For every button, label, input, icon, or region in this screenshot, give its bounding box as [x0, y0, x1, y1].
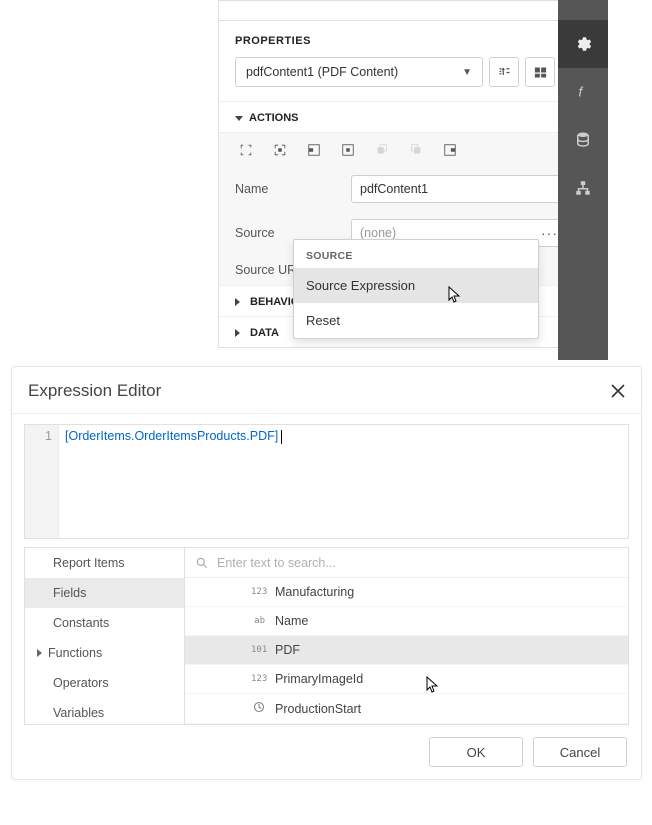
field-list: 123 Manufacturing ab Name 101 PDF 123 Pr… [185, 578, 628, 724]
category-operators[interactable]: Operators [25, 668, 184, 698]
source-context-menu: SOURCE Source Expression Reset [293, 239, 539, 339]
menu-item-source-expression[interactable]: Source Expression [294, 268, 538, 303]
name-input[interactable]: pdfContent1 [351, 175, 591, 203]
field-row-manufacturing[interactable]: 123 Manufacturing [185, 578, 628, 607]
send-backward-icon[interactable] [409, 143, 423, 157]
caret-right-icon [235, 329, 244, 337]
category-functions[interactable]: Functions [25, 638, 184, 668]
crop-icon[interactable] [239, 143, 253, 157]
layout-icon-row [219, 133, 607, 167]
category-list: Report Items Fields Constants Functions … [25, 548, 185, 724]
caret-right-icon [235, 298, 244, 306]
text-type-icon: ab [251, 616, 265, 626]
hierarchy-icon [574, 179, 592, 197]
category-report-items[interactable]: Report Items [25, 548, 184, 578]
svg-text:f: f [579, 85, 584, 100]
field-label: PDF [275, 643, 300, 657]
rail-structure-tab[interactable] [558, 164, 608, 212]
expression-text: [OrderItems.OrderItemsProducts.PDF] [65, 429, 278, 443]
field-search-input[interactable] [217, 556, 618, 570]
field-row-primaryimageid[interactable]: 123 PrimaryImageId [185, 665, 628, 694]
ok-button[interactable]: OK [429, 737, 523, 767]
close-icon[interactable] [611, 384, 625, 398]
mouse-cursor-icon [426, 676, 440, 694]
search-icon [195, 556, 209, 570]
name-value: pdfContent1 [360, 182, 428, 196]
name-label: Name [235, 182, 351, 196]
field-row-name[interactable]: ab Name [185, 607, 628, 636]
mouse-cursor-icon [448, 286, 462, 304]
element-selector-text: pdfContent1 (PDF Content) [246, 65, 398, 79]
field-label: Manufacturing [275, 585, 354, 599]
number-type-icon: 123 [251, 587, 265, 597]
categorize-button[interactable] [525, 57, 555, 87]
menu-item-reset[interactable]: Reset [294, 303, 538, 338]
chevron-down-icon: ▼ [462, 67, 472, 78]
caret-right-icon [37, 649, 42, 657]
element-selector-combo[interactable]: pdfContent1 (PDF Content) ▼ [235, 57, 483, 87]
field-search-row [185, 548, 628, 578]
fit-icon[interactable] [273, 143, 287, 157]
expression-code-editor[interactable]: 1 [OrderItems.OrderItemsProducts.PDF] [24, 424, 629, 539]
dialog-title: Expression Editor [28, 381, 161, 401]
section-actions-header[interactable]: ACTIONS [219, 101, 607, 132]
dialog-header: Expression Editor [12, 367, 641, 414]
rail-properties-tab[interactable] [558, 20, 608, 68]
editor-code-area[interactable]: [OrderItems.OrderItemsProducts.PDF] [59, 425, 628, 538]
align-left-icon[interactable] [307, 143, 321, 157]
name-row: Name pdfContent1 [219, 167, 607, 211]
editor-gutter: 1 [25, 425, 59, 538]
ellipsis-icon[interactable]: ··· [541, 225, 558, 241]
source-label: Source [235, 226, 351, 240]
field-row-productionstart[interactable]: ProductionStart [185, 694, 628, 724]
categorize-icon [533, 65, 548, 80]
rail-data-tab[interactable] [558, 116, 608, 164]
field-panel: 123 Manufacturing ab Name 101 PDF 123 Pr… [185, 548, 628, 724]
text-caret [281, 430, 282, 444]
rail-spacer [558, 0, 608, 20]
expression-editor-dialog: Expression Editor 1 [OrderItems.OrderIte… [11, 366, 642, 780]
line-number: 1 [45, 429, 52, 443]
rail-functions-tab[interactable]: f [558, 68, 608, 116]
field-label: ProductionStart [275, 702, 361, 716]
popup-header: SOURCE [294, 240, 538, 268]
gear-icon [574, 35, 592, 53]
align-center-icon[interactable] [341, 143, 355, 157]
section-actions-label: ACTIONS [249, 112, 299, 124]
category-fields[interactable]: Fields [25, 578, 184, 608]
category-constants[interactable]: Constants [25, 608, 184, 638]
panel-collapse-strip: ▶ [219, 1, 607, 21]
dialog-footer: OK Cancel [12, 725, 641, 779]
binary-type-icon: 101 [251, 645, 265, 655]
cancel-button[interactable]: Cancel [533, 737, 627, 767]
properties-title: PROPERTIES [219, 21, 607, 57]
field-row-pdf[interactable]: 101 PDF [185, 636, 628, 665]
element-selector-row: pdfContent1 (PDF Content) ▼ [219, 57, 607, 101]
section-data-label: DATA [250, 327, 279, 339]
source-value: (none) [360, 226, 396, 240]
expression-picker: Report Items Fields Constants Functions … [24, 547, 629, 725]
bring-forward-icon[interactable] [375, 143, 389, 157]
sort-az-button[interactable] [489, 57, 519, 87]
datetime-type-icon [251, 701, 265, 716]
database-icon [574, 131, 592, 149]
right-tool-rail: f [558, 0, 608, 360]
field-label: PrimaryImageId [275, 672, 363, 686]
sort-az-icon [497, 65, 512, 80]
align-right-icon[interactable] [443, 143, 457, 157]
caret-down-icon [235, 116, 243, 121]
field-label: Name [275, 614, 308, 628]
function-f-icon: f [574, 83, 592, 101]
category-variables[interactable]: Variables [25, 698, 184, 728]
number-type-icon: 123 [251, 674, 265, 684]
